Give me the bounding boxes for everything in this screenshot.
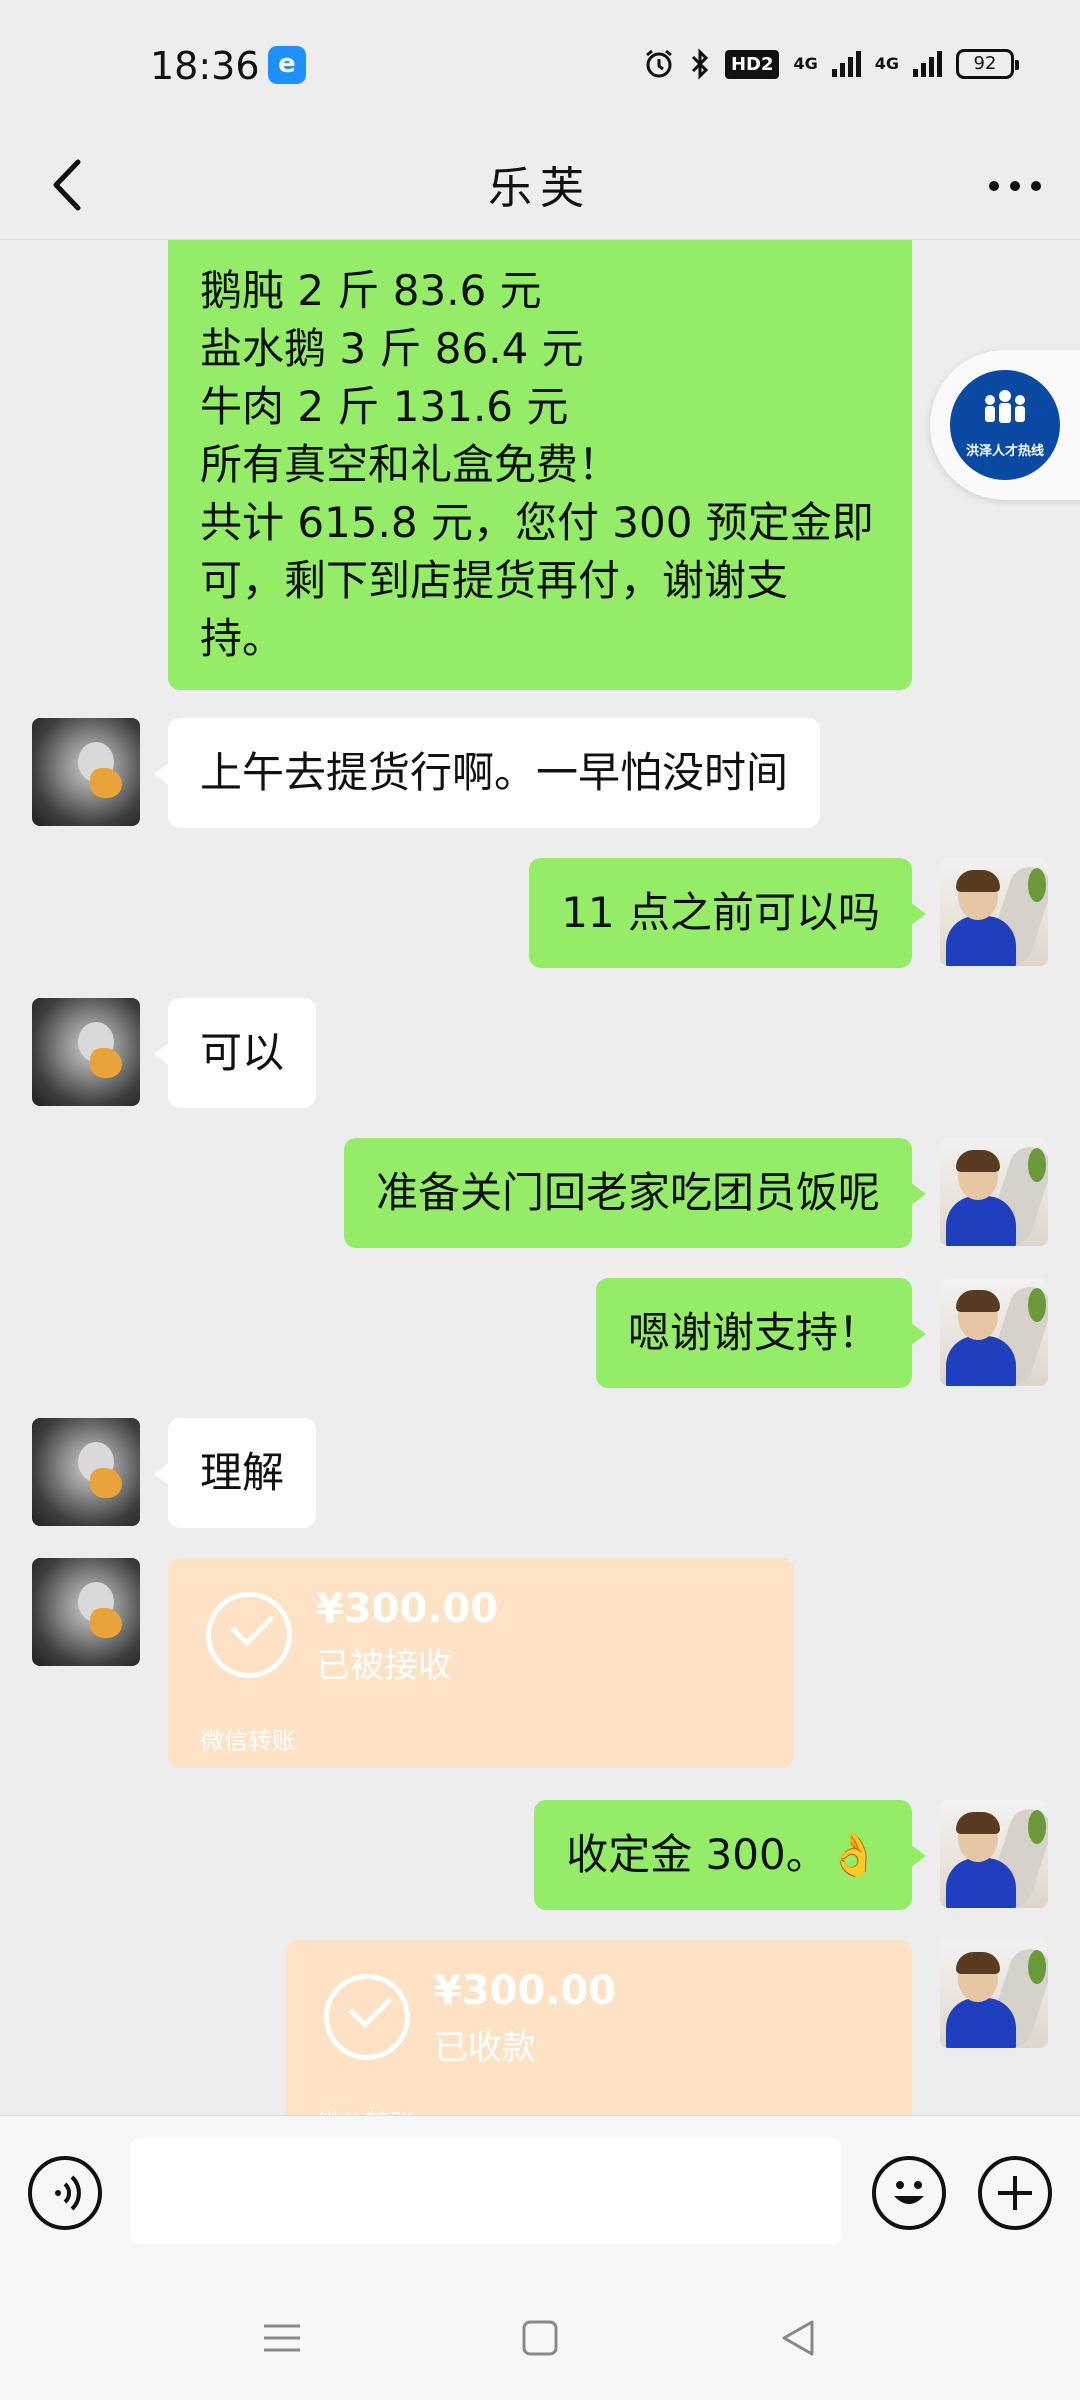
wechat-transfer-card[interactable]: ¥300.00 已被接收 微信转账 [168,1558,794,1768]
my-avatar[interactable] [940,1800,1048,1908]
status-icons: HD2 4G 4G 92 [643,48,1019,80]
message-line: 共计 615.8 元，您付 300 预定金即 [200,498,874,547]
battery-icon: 92 [956,49,1019,79]
message-list[interactable]: 鹅肫 2 斤 83.6 元 盐水鹅 3 斤 86.4 元 牛肉 2 斤 131.… [0,240,1080,2115]
plus-icon [998,2176,1032,2210]
incoming-message[interactable]: 上午去提货行啊。一早怕没时间 [153,718,821,828]
hd-voice-badge: HD2 [724,49,780,79]
people-icon [985,390,1025,423]
message-line: 盐水鹅 3 斤 86.4 元 [200,324,584,373]
contact-avatar[interactable] [32,998,140,1106]
voice-input-button[interactable] [28,2156,102,2230]
transfer-footer: 微信转账 [318,2103,414,2115]
message-input[interactable] [130,2138,842,2244]
outgoing-message[interactable]: 收定金 300。👌 [534,1800,926,1910]
emoji-button[interactable] [872,2156,946,2230]
outgoing-message[interactable]: 11 点之前可以吗 [529,858,926,968]
transfer-footer: 微信转账 [200,1727,296,1755]
message-line: 所有真空和礼盒免费！ [200,440,621,489]
signal-2-icon [913,51,942,77]
my-avatar[interactable] [940,1278,1048,1386]
back-triangle-icon[interactable] [768,2308,828,2368]
network-type-2: 4G [874,54,899,73]
contact-avatar[interactable] [32,1558,140,1666]
more-functions-button[interactable] [978,2156,1052,2230]
contact-avatar[interactable] [32,718,140,826]
home-icon[interactable] [510,2308,570,2368]
badge-logo: 洪泽人才热线 [950,370,1060,480]
status-time: 18:36 [150,44,260,88]
chat-title: 乐芙 [488,163,592,214]
wechat-transfer-card[interactable]: ¥300.00 已收款 微信转账 [286,1940,912,2115]
status-bar: 18:36 e HD2 4G 4G 92 [0,0,1080,130]
order-summary-message[interactable]: 鹅肫 2 斤 83.6 元 盐水鹅 3 斤 86.4 元 牛肉 2 斤 131.… [168,240,912,690]
more-options-icon[interactable] [980,152,1050,212]
alarm-icon [646,49,672,78]
transfer-amount: ¥300.00 [316,1586,499,1632]
transfer-amount: ¥300.00 [434,1968,617,2014]
my-avatar[interactable] [940,1940,1048,2048]
incoming-message[interactable]: 可以 [153,998,317,1108]
network-type-1: 4G [793,54,818,73]
contact-avatar[interactable] [32,1418,140,1526]
message-line: 可，剩下到店提货再付，谢谢支 [200,556,789,605]
input-bar [0,2115,1080,2270]
my-avatar[interactable] [940,858,1048,966]
signal-1-icon [831,51,861,77]
message-line: 牛肉 2 斤 131.6 元 [200,382,569,431]
floating-service-badge[interactable]: 洪泽人才热线 [930,350,1080,500]
outgoing-message[interactable]: 嗯谢谢支持！ [595,1278,927,1388]
voice-icon [55,2175,81,2211]
menu-icon[interactable] [252,2308,312,2368]
outgoing-message[interactable]: 准备关门回老家吃团员饭呢 [343,1138,927,1248]
bluetooth-icon [691,48,709,80]
incoming-message[interactable]: 理解 [153,1418,317,1528]
notification-app-icon: e [268,46,306,84]
check-circle-icon [324,1974,410,2060]
message-line: 持。 [200,614,285,663]
system-navigation-bar [0,2270,1080,2400]
transfer-status: 已被接收 [316,1646,452,1686]
check-circle-icon [206,1592,292,1678]
transfer-status: 已收款 [434,2028,536,2068]
badge-text: 洪泽人才热线 [965,444,1044,459]
message-line: 鹅肫 2 斤 83.6 元 [200,266,542,315]
my-avatar[interactable] [940,1138,1048,1246]
chat-header: 乐芙 [0,130,1080,240]
message-line [200,240,880,262]
smiley-icon [894,2181,924,2204]
